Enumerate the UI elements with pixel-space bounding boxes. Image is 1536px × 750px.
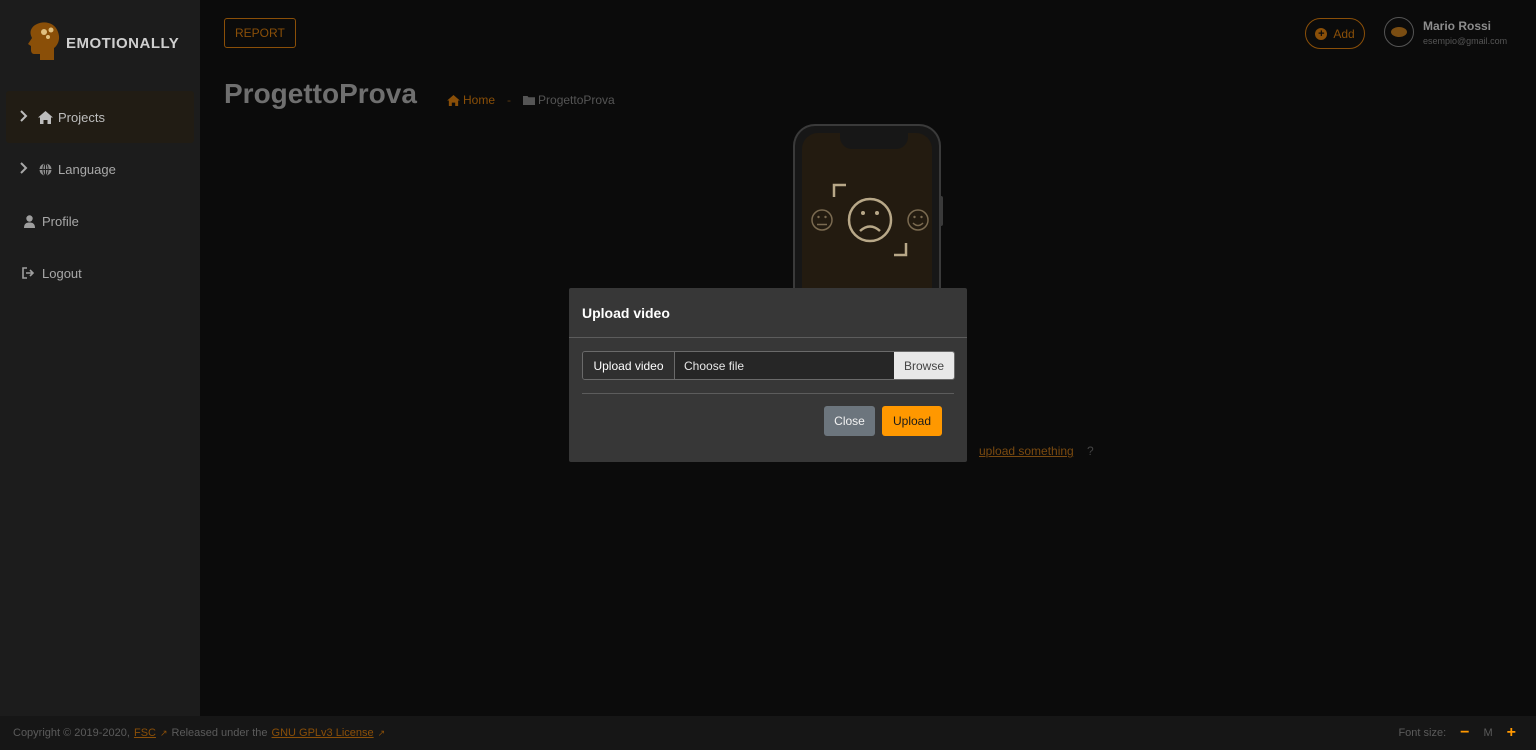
license-link[interactable]: GNU GPLv3 License — [272, 727, 374, 739]
report-button[interactable]: REPORT — [224, 18, 296, 48]
modal-footer-divider — [582, 393, 954, 394]
add-button[interactable]: + Add — [1305, 18, 1365, 49]
sidebar-item-projects[interactable]: Projects — [6, 91, 194, 143]
file-input-label: Upload video — [583, 352, 675, 379]
released-text: Released under the — [171, 727, 268, 739]
sidebar-item-logout[interactable]: Logout — [6, 247, 194, 299]
browse-button[interactable]: Browse — [894, 352, 954, 379]
user-icon — [20, 214, 38, 228]
file-input-group[interactable]: Upload video Choose file Browse — [582, 351, 955, 380]
chevron-right-icon — [20, 109, 36, 125]
footer: Copyright © 2019-2020, FSC ↗ Released un… — [0, 716, 1536, 750]
sidebar-item-language[interactable]: Language — [6, 143, 194, 195]
upload-button[interactable]: Upload — [882, 406, 942, 436]
user-name: Mario Rossi — [1423, 18, 1492, 33]
home-icon — [447, 94, 460, 106]
modal-title: Upload video — [582, 305, 670, 321]
logout-icon — [20, 267, 38, 279]
app-logo[interactable]: EMOTIONALLY — [24, 20, 179, 66]
plus-circle-icon: + — [1315, 27, 1328, 40]
user-email: esempio@gmail.com — [1423, 35, 1508, 46]
folder-icon — [523, 96, 536, 105]
breadcrumb-current: ProgettoProva — [523, 93, 615, 107]
sidebar: EMOTIONALLY Projects Language Profile Lo… — [0, 0, 200, 716]
help-question-mark: ? — [1087, 444, 1094, 458]
chevron-right-icon — [20, 161, 36, 177]
external-link-icon: ↗ — [159, 727, 168, 738]
font-increase-icon[interactable]: + — [1507, 725, 1516, 741]
breadcrumb: Home - ProgettoProva — [447, 93, 615, 107]
sidebar-item-profile[interactable]: Profile — [6, 195, 194, 247]
app-name: EMOTIONALLY — [66, 34, 180, 52]
external-link-icon: ↗ — [377, 727, 386, 738]
font-size-value: M — [1483, 727, 1493, 739]
phone-side-button — [939, 196, 943, 226]
fsc-link[interactable]: FSC — [134, 727, 156, 739]
sidebar-item-label: Logout — [42, 265, 82, 281]
font-decrease-icon[interactable]: − — [1460, 725, 1469, 741]
breadcrumb-separator: - — [507, 93, 512, 107]
sidebar-nav: Projects Language Profile Logout — [6, 91, 194, 299]
avatar — [1384, 17, 1414, 47]
copyright-text: Copyright © 2019-2020, — [13, 727, 130, 739]
globe-icon — [36, 162, 54, 176]
user-menu[interactable]: Mario Rossi esempio@gmail.com — [1384, 17, 1507, 47]
sidebar-item-label: Projects — [58, 109, 105, 125]
upload-video-modal: Upload video Upload video Choose file Br… — [569, 288, 967, 462]
sidebar-item-label: Language — [58, 161, 116, 177]
home-icon — [36, 110, 54, 124]
modal-divider — [569, 337, 967, 338]
phone-illustration — [793, 124, 941, 314]
sidebar-item-label: Profile — [42, 213, 79, 229]
font-size-label: Font size: — [1398, 727, 1447, 739]
close-button[interactable]: Close — [824, 406, 875, 436]
add-button-label: Add — [1333, 26, 1355, 41]
page-title: ProgettoProva — [224, 78, 417, 109]
file-chooser-input[interactable]: Choose file — [675, 352, 894, 379]
head-logo-icon — [28, 22, 60, 60]
breadcrumb-home[interactable]: Home — [447, 93, 495, 107]
upload-something-link[interactable]: upload something — [979, 444, 1074, 458]
